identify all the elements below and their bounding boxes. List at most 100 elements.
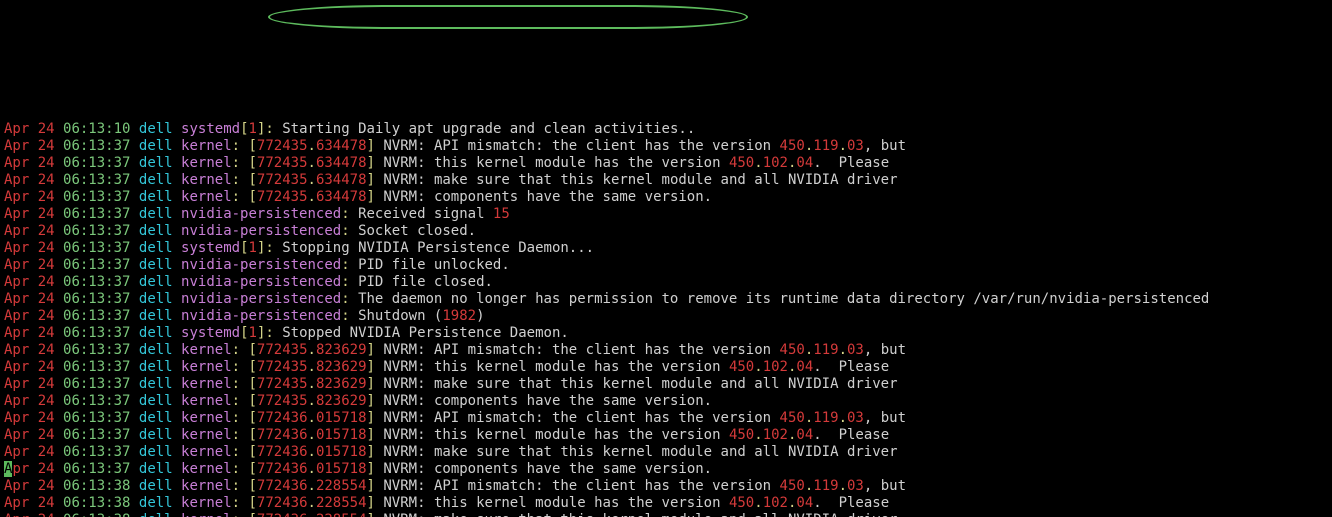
log-host: dell <box>139 308 173 324</box>
log-service: kernel <box>181 393 232 409</box>
log-service: nvidia-persistenced <box>181 274 341 290</box>
log-text: 634478 <box>316 189 367 205</box>
log-colon: : <box>232 478 249 494</box>
log-colon: : <box>232 461 249 477</box>
log-text: NVRM: this kernel module has the version <box>383 427 729 443</box>
log-time: 06:13:37 <box>63 444 130 460</box>
log-text: . Please <box>813 495 889 511</box>
log-text: . <box>805 342 813 358</box>
log-text: 772436 <box>257 444 308 460</box>
log-text: NVRM: make sure that this kernel module … <box>383 444 897 460</box>
log-service: kernel <box>181 172 232 188</box>
log-text: 450 <box>729 427 754 443</box>
log-colon: : <box>265 325 282 341</box>
log-text: ] <box>367 410 384 426</box>
log-text: 823629 <box>316 376 367 392</box>
log-text: [ <box>248 512 256 517</box>
log-line: Apr 24 06:13:37 dell kernel: [772435.823… <box>4 359 1328 376</box>
log-text: 015718 <box>316 444 367 460</box>
log-host: dell <box>139 138 173 154</box>
log-text: 634478 <box>316 172 367 188</box>
log-text: Shutdown ( <box>358 308 442 324</box>
log-text: [ <box>248 189 256 205</box>
log-date: Apr 24 <box>4 325 55 341</box>
log-text: 772436 <box>257 427 308 443</box>
log-text: . <box>754 155 762 171</box>
log-text: PID file unlocked. <box>358 257 510 273</box>
log-service: nvidia-persistenced <box>181 291 341 307</box>
log-date: Apr 24 <box>4 478 55 494</box>
log-host: dell <box>139 427 173 443</box>
log-text: . <box>805 138 813 154</box>
log-text: PID file closed. <box>358 274 493 290</box>
log-text: NVRM: components have the same version. <box>383 461 712 477</box>
log-text: . <box>308 376 316 392</box>
log-line: Apr 24 06:13:38 dell kernel: [772436.228… <box>4 478 1328 495</box>
log-text: . Please <box>813 155 889 171</box>
log-time: 06:13:38 <box>63 495 130 511</box>
log-line: Apr 24 06:13:37 dell nvidia-persistenced… <box>4 291 1328 308</box>
log-colon: : <box>232 512 249 517</box>
log-service: nvidia-persistenced <box>181 223 341 239</box>
log-line: Apr 24 06:13:10 dell systemd[1]: Startin… <box>4 121 1328 138</box>
log-date: Apr 24 <box>4 393 55 409</box>
log-line: Apr 24 06:13:37 dell nvidia-persistenced… <box>4 274 1328 291</box>
log-date: Apr 24 <box>4 274 55 290</box>
log-line: Apr 24 06:13:37 dell kernel: [772436.015… <box>4 461 1328 478</box>
log-text: 228554 <box>316 512 367 517</box>
log-time: 06:13:37 <box>63 461 130 477</box>
log-text: [ <box>248 172 256 188</box>
log-host: dell <box>139 155 173 171</box>
log-service: kernel <box>181 138 232 154</box>
log-text: . Please <box>813 427 889 443</box>
log-text: . <box>308 172 316 188</box>
log-host: dell <box>139 257 173 273</box>
log-text: 772435 <box>257 342 308 358</box>
log-date: Apr 24 <box>4 206 55 222</box>
log-text: . <box>308 138 316 154</box>
log-colon: : <box>232 410 249 426</box>
log-text: ] <box>367 512 384 517</box>
log-colon: : <box>265 121 282 137</box>
log-host: dell <box>139 512 173 517</box>
log-text: 04 <box>796 427 813 443</box>
log-text: 119 <box>813 342 838 358</box>
log-text: 450 <box>780 342 805 358</box>
log-text: . Please <box>813 359 889 375</box>
log-service: kernel <box>181 410 232 426</box>
log-date: Apr 24 <box>4 138 55 154</box>
log-text: 04 <box>796 155 813 171</box>
log-text: 03 <box>847 478 864 494</box>
log-time: 06:13:37 <box>63 206 130 222</box>
log-colon: : <box>341 206 358 222</box>
log-host: dell <box>139 393 173 409</box>
log-text: ] <box>367 376 384 392</box>
log-host: dell <box>139 291 173 307</box>
pid-open-bracket: [ <box>240 325 248 341</box>
log-time: 06:13:38 <box>63 512 130 517</box>
log-text: 772436 <box>257 410 308 426</box>
log-date: Apr 24 <box>4 172 55 188</box>
log-text: 772436 <box>257 461 308 477</box>
log-colon: : <box>232 495 249 511</box>
log-text: 772435 <box>257 189 308 205</box>
log-line: Apr 24 06:13:37 dell systemd[1]: Stopped… <box>4 325 1328 342</box>
log-text: [ <box>248 410 256 426</box>
log-date: Apr 24 <box>4 410 55 426</box>
log-line: Apr 24 06:13:37 dell kernel: [772435.823… <box>4 342 1328 359</box>
log-time: 06:13:10 <box>63 121 130 137</box>
log-host: dell <box>139 376 173 392</box>
log-date: Apr 24 <box>4 189 55 205</box>
log-time: 06:13:37 <box>63 172 130 188</box>
log-time: 06:13:37 <box>63 189 130 205</box>
log-host: dell <box>139 206 173 222</box>
log-text: The daemon no longer has permission to r… <box>358 291 1209 307</box>
log-text: 634478 <box>316 138 367 154</box>
log-text: . <box>754 427 762 443</box>
log-text: 823629 <box>316 342 367 358</box>
log-date: Apr 24 <box>4 495 55 511</box>
log-service: kernel <box>181 444 232 460</box>
log-text: [ <box>248 495 256 511</box>
log-pid: 1 <box>249 240 257 256</box>
log-text: Stopping NVIDIA Persistence Daemon... <box>282 240 594 256</box>
